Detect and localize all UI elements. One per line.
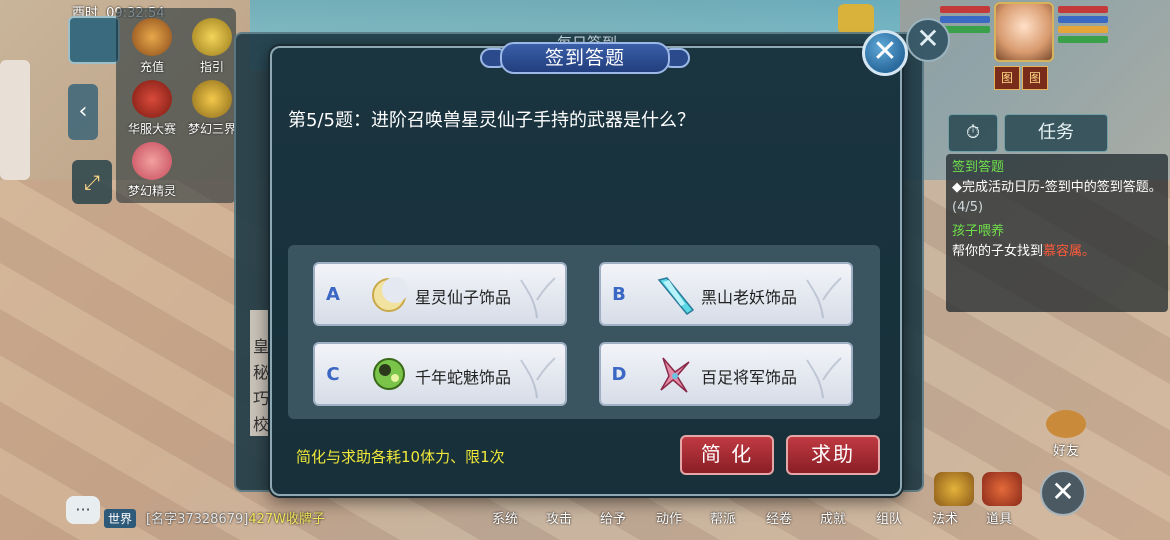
menu-item-label: 指引 bbox=[199, 60, 224, 74]
task-tracker[interactable]: 签到答题 ◆完成活动日历-签到中的签到答题。 (4/5) 孩子喂养 帮你的子女找… bbox=[946, 154, 1168, 312]
crystal-sword-icon bbox=[657, 277, 695, 316]
collapse-arrow-icon[interactable]: ‹ bbox=[68, 84, 98, 140]
menu-scroll[interactable]: 经卷 bbox=[766, 508, 792, 527]
dialog-title: 签到答题 bbox=[500, 42, 670, 74]
player-avatar[interactable] bbox=[994, 2, 1054, 62]
task-tabs: ⏱ 任务 bbox=[948, 114, 1108, 152]
menu-guild[interactable]: 帮派 bbox=[710, 508, 736, 527]
answer-label: 百足将军饰品 bbox=[701, 368, 798, 387]
help-button[interactable]: 求助 bbox=[786, 435, 880, 475]
menu-item-label: 梦幻三界 bbox=[187, 122, 236, 136]
daily-signin-side-text: 皇 秘 巧 校 bbox=[250, 310, 272, 436]
guide-scroll-icon bbox=[192, 18, 232, 56]
dialog-title-banner: 签到答题 bbox=[480, 42, 690, 76]
answer-option-b[interactable]: B 黑山老妖饰品 bbox=[599, 262, 853, 326]
task1-desc: ◆完成活动日历-签到中的签到答题。 (4/5) bbox=[952, 180, 1162, 215]
answer-label: 黑山老妖饰品 bbox=[701, 288, 798, 307]
close-icon: ✕ bbox=[1051, 475, 1075, 508]
fairy-sprite-icon bbox=[132, 142, 172, 180]
menu-attack[interactable]: 攻击 bbox=[546, 508, 572, 527]
task2-title[interactable]: 孩子喂养 bbox=[952, 222, 1162, 242]
menu-team[interactable]: 组队 bbox=[876, 508, 902, 527]
inventory-chest-icon[interactable] bbox=[982, 472, 1022, 506]
chat-message[interactable]: [名字37328679]427W收牌子 bbox=[146, 508, 325, 527]
close-icon: ✕ bbox=[872, 34, 898, 69]
quiz-question: 第5/5题：进阶召唤兽星灵仙子手持的武器是什么？ bbox=[288, 110, 695, 131]
menu-item-recharge[interactable]: 充值 bbox=[122, 18, 182, 75]
player-hp-bar bbox=[1058, 6, 1108, 13]
answer-option-c[interactable]: C 千年蛇魅饰品 bbox=[313, 342, 567, 406]
minimap-button[interactable] bbox=[68, 16, 120, 64]
pet-hp-bar bbox=[940, 6, 990, 13]
menu-action[interactable]: 动作 bbox=[656, 508, 682, 527]
menu-spell[interactable]: 法术 bbox=[932, 508, 958, 527]
chat-bubble-icon[interactable]: ··· bbox=[66, 496, 100, 524]
menu-give[interactable]: 给予 bbox=[600, 508, 626, 527]
menu-item-dream-realm[interactable]: 梦幻三界 bbox=[182, 80, 242, 137]
menu-item-guide[interactable]: 指引 bbox=[182, 18, 242, 75]
player-mp-bar bbox=[1058, 16, 1108, 23]
menu-items[interactable]: 道具 bbox=[986, 508, 1012, 527]
tab-tasks[interactable]: 任务 bbox=[1004, 114, 1108, 152]
dream-realm-icon bbox=[192, 80, 232, 118]
timer-tab[interactable]: ⏱ bbox=[948, 114, 998, 152]
pet-icon[interactable] bbox=[838, 4, 874, 34]
answer-letter: B bbox=[612, 284, 626, 305]
dialog-close-button[interactable]: ✕ bbox=[862, 30, 908, 76]
answer-letter: D bbox=[611, 364, 627, 385]
spell-icon[interactable] bbox=[934, 472, 974, 506]
task2-desc: 帮你的子女找到慕容属。 bbox=[952, 244, 1096, 259]
gift-chest-icon bbox=[132, 18, 172, 56]
handshake-icon bbox=[1046, 410, 1086, 438]
menu-item-label: 华服大赛 bbox=[127, 122, 176, 136]
answer-option-d[interactable]: D 百足将军饰品 bbox=[599, 342, 853, 406]
answer-letter: C bbox=[326, 364, 340, 385]
costume-contest-icon bbox=[132, 80, 172, 118]
cost-tip: 简化与求助各耗10体力、限1次 bbox=[296, 448, 505, 466]
friends-button[interactable]: 好友 bbox=[1040, 410, 1092, 460]
task1-title[interactable]: 签到答题 bbox=[952, 158, 1162, 178]
green-orb-icon bbox=[373, 358, 405, 390]
collapse-menu-button[interactable]: ✕ bbox=[1040, 470, 1086, 516]
menu-achievement[interactable]: 成就 bbox=[820, 508, 846, 527]
close-icon: ✕ bbox=[916, 22, 940, 55]
background-pillar bbox=[0, 60, 30, 180]
chat-channel-badge: 世界 bbox=[104, 509, 137, 528]
flower-deco-icon bbox=[520, 277, 556, 319]
status-tag-right[interactable]: 图 bbox=[1022, 66, 1048, 90]
simplify-button[interactable]: 简 化 bbox=[680, 435, 774, 475]
menu-item-label: 充值 bbox=[139, 60, 164, 74]
flower-deco-icon bbox=[806, 277, 842, 319]
answer-label: 千年蛇魅饰品 bbox=[415, 368, 512, 387]
answer-option-a[interactable]: A 星灵仙子饰品 bbox=[313, 262, 567, 326]
flower-deco-icon bbox=[806, 357, 842, 399]
flower-deco-icon bbox=[520, 357, 556, 399]
player-anger-bar bbox=[1058, 26, 1108, 33]
pink-blade-icon bbox=[660, 357, 690, 393]
answer-letter: A bbox=[326, 284, 340, 305]
menu-item-label: 梦幻精灵 bbox=[127, 184, 176, 198]
task2-target-link[interactable]: 慕容属。 bbox=[1043, 244, 1095, 259]
crescent-moon-icon bbox=[372, 277, 408, 312]
menu-system[interactable]: 系统 bbox=[492, 508, 518, 527]
status-tag-left[interactable]: 图 bbox=[994, 66, 1020, 90]
stopwatch-icon: ⏱ bbox=[965, 122, 981, 143]
expand-arrows-icon[interactable]: ⤢ bbox=[72, 160, 112, 204]
answer-label: 星灵仙子饰品 bbox=[415, 288, 512, 307]
player-exp-bar bbox=[1058, 36, 1108, 43]
daily-signin-close-button[interactable]: ✕ bbox=[906, 18, 950, 62]
menu-item-sprite[interactable]: 梦幻精灵 bbox=[122, 142, 182, 199]
menu-item-costume[interactable]: 华服大赛 bbox=[122, 80, 182, 137]
pet-mp-bar bbox=[940, 16, 990, 23]
